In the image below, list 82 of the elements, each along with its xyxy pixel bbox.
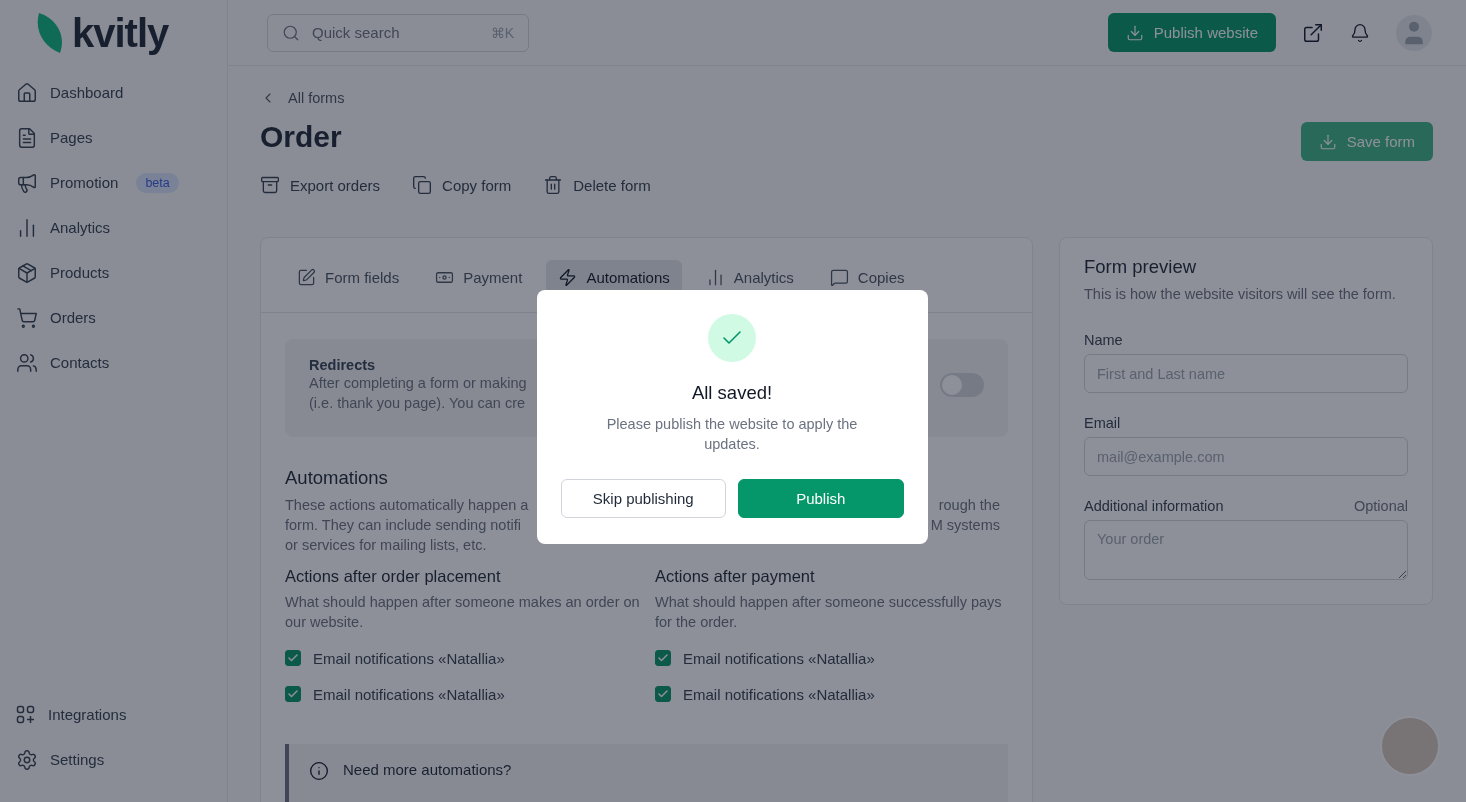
sidebar-item[interactable]: Contacts xyxy=(16,340,227,385)
description-text: form. They can include sending notifi xyxy=(285,516,521,535)
home-icon xyxy=(16,81,38,104)
search-input[interactable]: Quick search xyxy=(310,23,481,42)
modal-message: Please publish the website to apply the updates. xyxy=(605,415,859,454)
sidebar-item[interactable]: Promotion beta xyxy=(16,160,227,205)
page-title: Order xyxy=(260,119,342,154)
modal-title: All saved! xyxy=(691,382,773,404)
check-icon xyxy=(287,652,299,664)
skip-publishing-button[interactable]: Skip publishing xyxy=(560,479,726,518)
external-link-icon xyxy=(1302,21,1324,44)
redirects-text: (i.e. thank you page). You can cre xyxy=(309,394,527,413)
archive-icon xyxy=(260,175,280,195)
optional-hint: Optional xyxy=(1354,498,1408,514)
beta-badge: beta xyxy=(136,172,179,193)
sidebar-item[interactable]: Dashboard xyxy=(16,70,227,115)
lightning-icon xyxy=(558,267,578,287)
tab[interactable]: Copies xyxy=(817,260,917,294)
checkbox[interactable] xyxy=(285,686,301,702)
download-icon xyxy=(1318,132,1337,151)
checkbox-option[interactable]: Email notifications «Natallia» xyxy=(655,676,1005,712)
back-link[interactable]: All forms xyxy=(260,90,1433,106)
redirects-title: Redirects xyxy=(309,357,377,373)
tab[interactable]: Payment xyxy=(423,260,535,294)
description-text: M systems xyxy=(930,516,1000,535)
checkbox-option[interactable]: Email notifications «Natallia» xyxy=(655,640,1005,676)
checkbox-option[interactable]: Email notifications «Natallia» xyxy=(285,640,655,676)
cube-icon xyxy=(16,261,38,284)
info-icon xyxy=(309,761,329,781)
document-icon xyxy=(16,126,38,149)
field-label: Additional information xyxy=(1084,498,1224,514)
banner-text: Need more automations? xyxy=(343,761,512,778)
check-icon xyxy=(287,688,299,700)
sidebar-item[interactable]: Integrations xyxy=(16,692,227,737)
form-action-link[interactable]: Export orders xyxy=(260,175,381,195)
grid-plus-icon xyxy=(16,704,36,725)
preview-title: Form preview xyxy=(1084,256,1198,278)
publish-website-button[interactable]: Publish website xyxy=(1107,13,1276,52)
sidebar-item[interactable]: Products xyxy=(16,250,227,295)
checkbox[interactable] xyxy=(655,686,671,702)
download-icon xyxy=(1125,23,1144,42)
column-title: Actions after payment xyxy=(655,567,816,586)
column-description: What should happen after someone successfully pays for the order. xyxy=(655,593,1003,632)
preview-description: This is how the website visitors will see the form. xyxy=(1084,285,1397,304)
pencil-icon xyxy=(297,267,316,287)
sidebar-item[interactable]: Analytics xyxy=(16,205,227,250)
checkbox[interactable] xyxy=(655,650,671,666)
column-title: Actions after order placement xyxy=(285,567,502,586)
form-action-link[interactable]: Delete form xyxy=(543,175,651,195)
field-label: Name xyxy=(1084,332,1123,348)
description-text: or services for mailing lists, etc. xyxy=(285,536,487,555)
settings-icon xyxy=(16,748,38,771)
chat-icon xyxy=(829,267,849,287)
search-icon xyxy=(282,23,300,42)
sidebar-item[interactable]: Settings xyxy=(16,737,227,782)
redirect-toggle[interactable] xyxy=(940,373,984,397)
bell-icon xyxy=(1350,22,1370,43)
description-text: These actions automatically happen a xyxy=(285,496,529,515)
tab[interactable]: Form fields xyxy=(285,260,412,294)
user-avatar[interactable] xyxy=(1396,14,1432,51)
checkbox-option[interactable]: Email notifications «Natallia» xyxy=(285,676,655,712)
logo-text: kvitly xyxy=(72,10,169,56)
check-icon xyxy=(708,314,756,362)
megaphone-icon xyxy=(16,171,38,194)
check-icon xyxy=(657,688,669,700)
users-icon xyxy=(16,351,38,374)
trash-icon xyxy=(543,175,564,195)
redirects-text: After completing a form or making xyxy=(309,374,527,393)
sidebar-item[interactable]: Orders xyxy=(16,295,227,340)
leaf-logo-icon xyxy=(36,11,64,55)
form-action-link[interactable]: Copy form xyxy=(412,175,512,195)
column-description: What should happen after someone makes an order on our website. xyxy=(285,593,640,632)
section-title: Automations xyxy=(285,467,388,489)
checkbox[interactable] xyxy=(285,650,301,666)
field-label: Email xyxy=(1084,415,1121,431)
publish-button[interactable]: Publish xyxy=(738,479,904,518)
cart-icon xyxy=(16,306,38,329)
copy-icon xyxy=(412,175,433,195)
check-icon xyxy=(657,652,669,664)
tab[interactable]: Analytics xyxy=(693,260,806,294)
description-text: rough the xyxy=(938,496,1000,515)
sidebar-item[interactable]: Pages xyxy=(16,115,227,160)
